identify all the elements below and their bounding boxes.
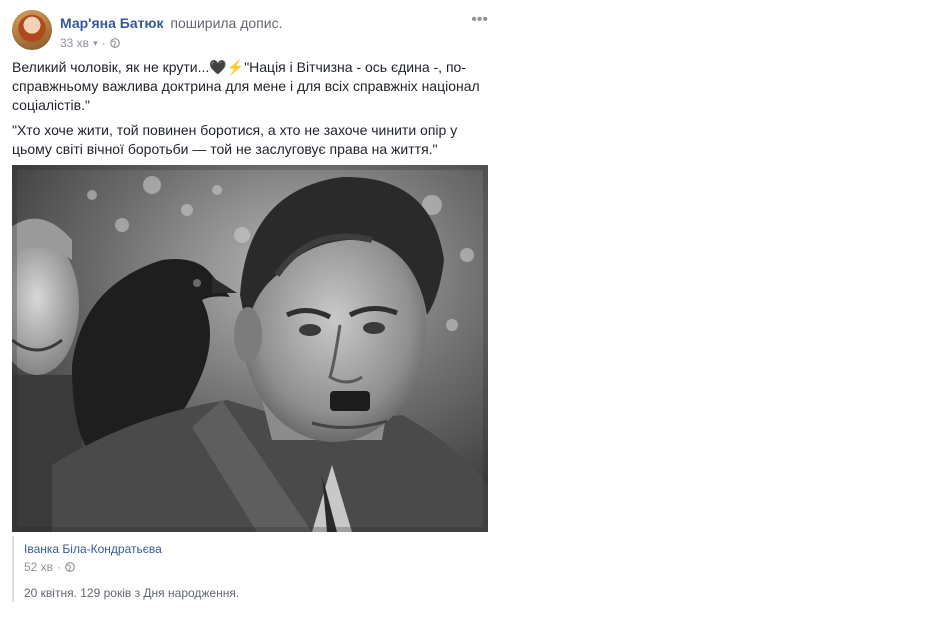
post-text-quote-2: "Хто хоче жити, той повинен боротися, а … xyxy=(12,122,458,157)
share-action-text: поширила допис. xyxy=(170,15,283,31)
shared-timestamp-link[interactable]: 52 хв xyxy=(24,560,53,574)
post-meta: 33 хв ▾ · xyxy=(60,36,480,50)
more-options-icon[interactable]: ••• xyxy=(471,12,488,28)
globe-icon[interactable] xyxy=(109,38,120,48)
shared-original-post: Іванка Біла-Кондратьєва 52 хв · 20 квітн… xyxy=(12,536,490,602)
globe-icon[interactable] xyxy=(65,562,75,572)
post-paragraph-1: Великий чоловік, як не крути...🖤⚡"Нація … xyxy=(12,58,482,115)
shared-privacy-separator: · xyxy=(57,560,62,574)
author-line: Мар'яна Батюк поширила допис. xyxy=(60,14,480,32)
author-name-link[interactable]: Мар'яна Батюк xyxy=(60,15,163,31)
post-text-intro: Великий чоловік, як не крути... xyxy=(12,59,210,75)
post-timestamp-link[interactable]: 33 хв xyxy=(60,36,89,50)
feed-post: Мар'яна Батюк поширила допис. 33 хв ▾ · … xyxy=(0,0,500,608)
lightning-icon: ⚡ xyxy=(226,59,245,75)
photo-image xyxy=(12,165,488,532)
post-header-text: Мар'яна Батюк поширила допис. 33 хв ▾ · xyxy=(60,14,480,50)
black-heart-icon: 🖤 xyxy=(209,59,227,75)
post-header: Мар'яна Батюк поширила допис. 33 хв ▾ · … xyxy=(12,10,492,54)
post-photo[interactable] xyxy=(12,165,488,532)
author-avatar[interactable] xyxy=(12,10,52,50)
shared-post-text: 20 квітня. 129 років з Дня народження. xyxy=(24,586,240,600)
shared-post-content: Іванка Біла-Кондратьєва 52 хв · 20 квітн… xyxy=(24,542,484,600)
privacy-separator: · xyxy=(101,36,106,50)
post-paragraph-2: "Хто хоче жити, той повинен боротися, а … xyxy=(12,121,482,159)
shared-author-link[interactable]: Іванка Біла-Кондратьєва xyxy=(24,542,484,556)
post-body: Великий чоловік, як не крути...🖤⚡"Нація … xyxy=(12,58,482,165)
chevron-down-icon[interactable]: ▾ xyxy=(93,36,98,50)
shared-post-meta: 52 хв · xyxy=(24,560,484,574)
